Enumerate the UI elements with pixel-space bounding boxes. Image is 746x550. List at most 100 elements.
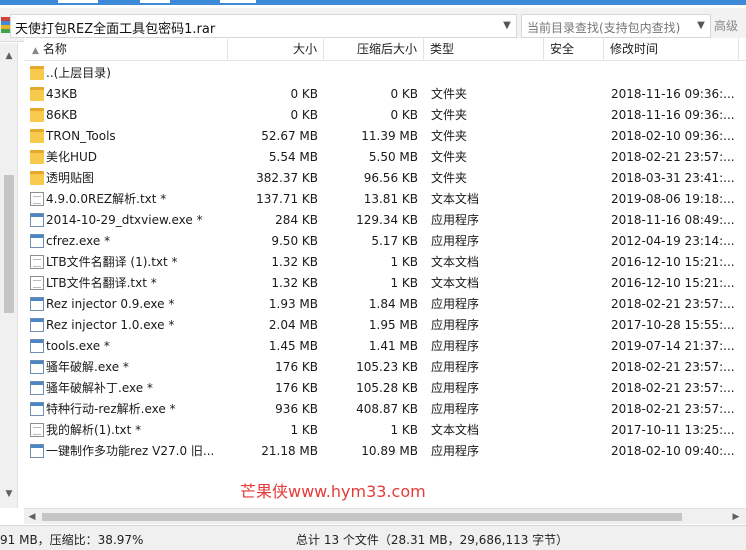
file-type: 应用程序 [431, 297, 480, 311]
table-row[interactable]: cfrez.exe * 9.50 KB 5.17 KB 应用程序 2012-04-19 … [24, 231, 746, 252]
file-size: 1.32 KB [271, 255, 318, 269]
file-type: 文本文档 [431, 423, 480, 437]
table-row[interactable]: 2014-10-29_dtxview.exe * 284 KB 129.34 KB 应… [24, 210, 746, 231]
file-packed-size [324, 63, 418, 84]
folder-icon [30, 171, 44, 185]
folder-icon [30, 66, 44, 80]
file-size: 284 KB [275, 213, 318, 227]
file-modified: 2018-11-16 09:36:... [611, 87, 735, 101]
file-packed-size: 11.39 MB [361, 129, 418, 143]
file-type: 应用程序 [431, 360, 480, 374]
application-icon [30, 318, 44, 332]
application-icon [30, 234, 44, 248]
column-header-modified[interactable]: 修改时间 [604, 38, 739, 61]
file-type: 文本文档 [431, 192, 480, 206]
table-row[interactable]: 美化HUD 5.54 MB 5.50 MB 文件夹 2018-02-21 23:57:.… [24, 147, 746, 168]
file-size: 52.67 MB [261, 129, 318, 143]
file-type: 应用程序 [431, 339, 480, 353]
file-list: ▲ 名称 大小 压缩后大小 类型 安全 修改时间 ..(上层目录) 43KB 0 KB… [24, 38, 746, 508]
file-size: 2.04 MB [268, 318, 318, 332]
column-header-size[interactable]: 大小 [228, 38, 324, 61]
file-name: TRON_Tools [46, 129, 116, 143]
file-size: 21.18 MB [261, 444, 318, 458]
status-total-info: 总计 13 个文件（28.31 MB，29,686,113 字节） [296, 533, 569, 547]
file-modified: 2018-11-16 09:36:... [611, 108, 735, 122]
file-size: 0 KB [290, 87, 318, 101]
column-header-packed-size[interactable]: 压缩后大小 [324, 38, 424, 61]
folder-icon [30, 87, 44, 101]
file-type: 文件夹 [431, 150, 468, 164]
search-input[interactable]: 当前目录查找(支持包内查找) ▼ [521, 14, 711, 38]
text-file-icon [30, 255, 44, 269]
table-row[interactable]: 特种行动-rez解析.exe * 936 KB 408.87 KB 应用程序 2018-… [24, 399, 746, 420]
table-row[interactable]: 骚年破解.exe * 176 KB 105.23 KB 应用程序 2018-02-21 … [24, 357, 746, 378]
file-modified: 2018-03-31 23:41:... [611, 171, 735, 185]
table-row[interactable]: 骚年破解补丁.exe * 176 KB 105.28 KB 应用程序 2018-02-2… [24, 378, 746, 399]
table-row[interactable]: 4.9.0.0REZ解析.txt * 137.71 KB 13.81 KB 文本文档 2… [24, 189, 746, 210]
file-modified: 2019-08-06 19:18:... [611, 192, 735, 206]
file-size: 1.45 MB [268, 339, 318, 353]
file-modified: 2018-02-10 09:40:... [611, 444, 735, 458]
file-size: 5.54 MB [268, 150, 318, 164]
file-packed-size: 0 KB [390, 108, 418, 122]
horizontal-scrollbar-thumb[interactable] [42, 513, 682, 521]
application-icon [30, 381, 44, 395]
table-row[interactable]: LTB文件名翻译.txt * 1.32 KB 1 KB 文本文档 2016-12-10 … [24, 273, 746, 294]
search-dropdown-icon[interactable]: ▼ [692, 16, 710, 36]
horizontal-scrollbar[interactable]: ◀ ▶ [24, 508, 746, 524]
advanced-search-button[interactable]: 高级 [714, 16, 746, 36]
left-scrollbar[interactable]: ▲ ▼ [0, 43, 18, 508]
file-name: LTB文件名翻译.txt * [46, 276, 157, 290]
file-modified: 2018-02-21 23:57:... [611, 402, 735, 416]
file-type: 文件夹 [431, 171, 468, 185]
file-name: 美化HUD [46, 150, 98, 164]
file-size: 176 KB [275, 360, 318, 374]
file-packed-size: 1.95 MB [368, 318, 418, 332]
table-row[interactable]: LTB文件名翻译 (1).txt * 1.32 KB 1 KB 文本文档 2016-12… [24, 252, 746, 273]
table-row[interactable]: 透明贴图 382.37 KB 96.56 KB 文件夹 2018-03-31 23:41… [24, 168, 746, 189]
path-history-dropdown-icon[interactable]: ▼ [498, 16, 516, 36]
scroll-left-icon[interactable]: ◀ [24, 509, 40, 525]
application-icon [30, 444, 44, 458]
file-name: LTB文件名翻译 (1).txt * [46, 255, 178, 269]
file-type: 应用程序 [431, 234, 480, 248]
archive-path-field[interactable]: 天使打包REZ全面工具包密码1.rar ▼ [10, 14, 517, 38]
file-size: 382.37 KB [256, 171, 318, 185]
folder-icon [30, 129, 44, 143]
table-row[interactable]: 86KB 0 KB 0 KB 文件夹 2018-11-16 09:36:... [24, 105, 746, 126]
scrollbar-thumb[interactable] [4, 175, 14, 313]
table-row[interactable]: tools.exe * 1.45 MB 1.41 MB 应用程序 2019-07-14 … [24, 336, 746, 357]
table-row[interactable]: 我的解析(1).txt * 1 KB 1 KB 文本文档 2017-10-11 13:2… [24, 420, 746, 441]
file-type: 文件夹 [431, 108, 468, 122]
column-header-security[interactable]: 安全 [544, 38, 604, 61]
column-header-type[interactable]: 类型 [424, 38, 544, 61]
file-name: 4.9.0.0REZ解析.txt * [46, 192, 167, 206]
table-row[interactable]: 43KB 0 KB 0 KB 文件夹 2018-11-16 09:36:... [24, 84, 746, 105]
file-modified: 2016-12-10 15:21:... [611, 276, 735, 290]
file-name: 骚年破解补丁.exe * [46, 381, 153, 395]
file-packed-size: 1.84 MB [368, 297, 418, 311]
file-packed-size: 10.89 MB [361, 444, 418, 458]
scroll-down-icon[interactable]: ▼ [0, 487, 18, 501]
text-file-icon [30, 276, 44, 290]
file-name: 86KB [46, 108, 78, 122]
file-modified: 2017-10-11 13:25:... [611, 423, 735, 437]
file-name: Rez injector 0.9.exe * [46, 297, 175, 311]
file-type: 应用程序 [431, 318, 480, 332]
column-header-name[interactable]: ▲ 名称 [24, 38, 228, 61]
scroll-right-icon[interactable]: ▶ [728, 509, 744, 525]
scroll-up-icon[interactable]: ▲ [0, 49, 18, 63]
file-modified: 2017-10-28 15:55:... [611, 318, 735, 332]
archive-path-text: 天使打包REZ全面工具包密码1.rar [15, 22, 216, 37]
folder-icon [30, 150, 44, 164]
file-packed-size: 5.50 MB [368, 150, 418, 164]
table-row[interactable]: Rez injector 1.0.exe * 2.04 MB 1.95 MB 应用程序… [24, 315, 746, 336]
file-packed-size: 129.34 KB [356, 213, 418, 227]
file-size: 1.93 MB [268, 297, 318, 311]
table-row[interactable]: Rez injector 0.9.exe * 1.93 MB 1.84 MB 应用程序… [24, 294, 746, 315]
file-modified: 2019-07-14 21:37:... [611, 339, 735, 353]
file-name: tools.exe * [46, 339, 110, 353]
table-row[interactable]: 一键制作多功能rez V27.0 旧... 21.18 MB 10.89 MB 应用程… [24, 441, 746, 462]
table-row[interactable]: TRON_Tools 52.67 MB 11.39 MB 文件夹 2018-02-10 … [24, 126, 746, 147]
table-row[interactable]: ..(上层目录) [24, 63, 746, 84]
